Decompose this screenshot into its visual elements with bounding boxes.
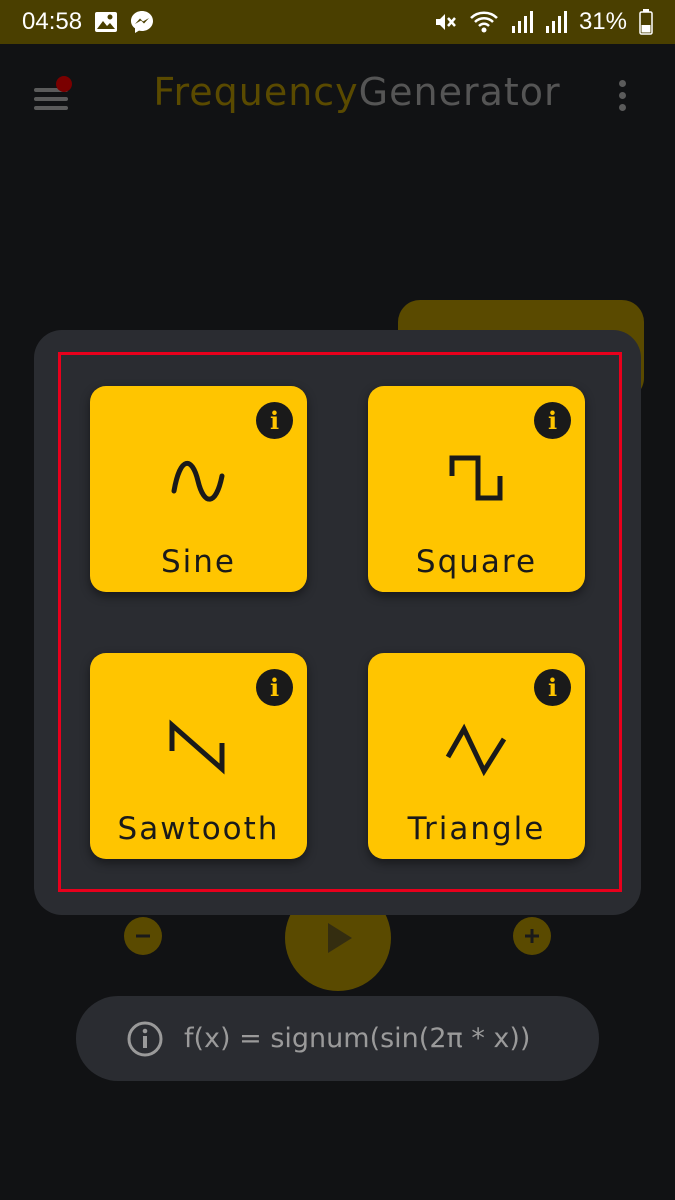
sawtooth-wave-icon <box>90 713 307 783</box>
app-title-part1: Frequency <box>153 70 359 114</box>
wifi-icon <box>469 10 499 34</box>
status-bar: 04:58 31% <box>0 0 675 44</box>
sawtooth-option[interactable]: i Sawtooth <box>90 653 307 859</box>
app-bar: FrequencyGenerator <box>0 44 675 144</box>
option-label: Square <box>415 544 538 580</box>
mute-icon <box>433 10 457 34</box>
overflow-menu-button[interactable] <box>612 80 632 116</box>
info-icon[interactable]: i <box>534 402 571 439</box>
battery-percent: 31% <box>578 8 627 35</box>
increase-frequency-button <box>513 917 551 955</box>
play-icon <box>328 923 352 953</box>
triangle-option[interactable]: i Triangle <box>368 653 585 859</box>
status-time: 04:58 <box>22 8 83 35</box>
info-icon[interactable]: i <box>534 669 571 706</box>
app-title-part2: Generator <box>358 70 561 114</box>
formula-text: f(x) = signum(sin(2π * x)) <box>184 1023 531 1054</box>
option-label: Triangle <box>407 811 546 847</box>
option-label: Sawtooth <box>117 811 280 847</box>
signal-icon <box>545 10 567 34</box>
info-icon[interactable]: i <box>256 402 293 439</box>
square-option[interactable]: i Square <box>368 386 585 592</box>
sine-wave-icon <box>90 446 307 516</box>
triangle-wave-icon <box>368 713 585 783</box>
plus-icon <box>525 929 539 943</box>
info-icon[interactable]: i <box>256 669 293 706</box>
signal-icon <box>511 10 533 34</box>
option-label: Sine <box>160 544 236 580</box>
more-vert-icon <box>618 80 626 87</box>
app-title: FrequencyGenerator <box>0 70 675 114</box>
minus-icon <box>136 934 150 938</box>
battery-icon <box>639 9 653 35</box>
image-icon <box>94 11 118 33</box>
square-wave-icon <box>368 446 585 516</box>
decrease-frequency-button <box>124 917 162 955</box>
info-outline-icon <box>127 1021 163 1056</box>
sine-option[interactable]: i Sine <box>90 386 307 592</box>
formula-display: f(x) = signum(sin(2π * x)) <box>76 996 599 1081</box>
messenger-icon <box>130 10 154 34</box>
